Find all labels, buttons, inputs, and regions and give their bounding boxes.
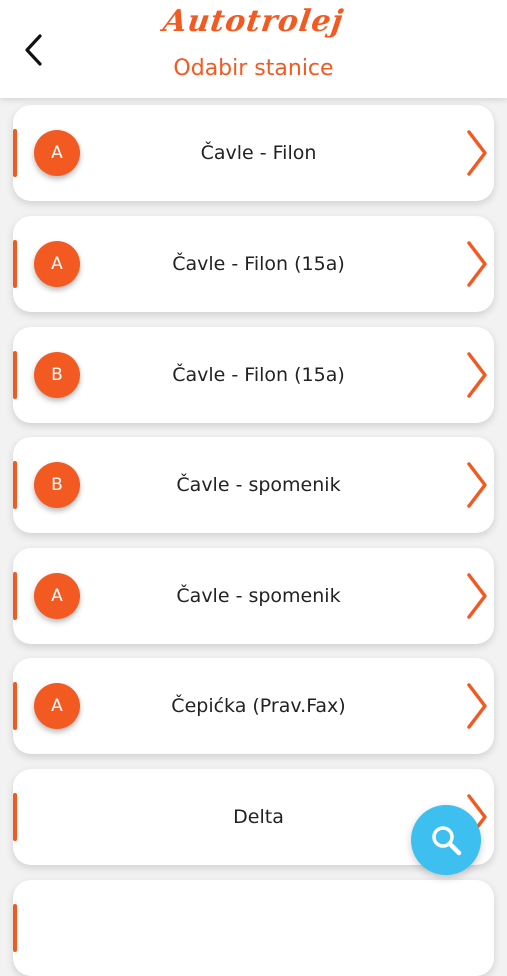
accent-bar bbox=[13, 572, 17, 620]
station-item[interactable]: B Čavle - spomenik bbox=[13, 437, 494, 533]
page-title: Odabir stanice bbox=[173, 56, 334, 81]
chevron-right-icon bbox=[467, 352, 487, 398]
platform-badge: A bbox=[34, 241, 80, 287]
accent-bar bbox=[13, 129, 17, 177]
station-name: Delta bbox=[233, 806, 284, 828]
platform-badge: A bbox=[34, 683, 80, 729]
station-name: Čavle - spomenik bbox=[176, 585, 341, 607]
accent-bar bbox=[13, 351, 17, 399]
station-name: Čavle - Filon (15a) bbox=[172, 364, 345, 386]
station-name: Čavle - Filon bbox=[200, 142, 317, 164]
chevron-right-icon bbox=[467, 130, 487, 176]
accent-bar bbox=[13, 461, 17, 509]
station-name bbox=[83, 880, 434, 976]
app-header: Autotrolej Odabir stanice bbox=[0, 0, 507, 98]
chevron-right-icon bbox=[467, 573, 487, 619]
station-item[interactable]: A Čepićka (Prav.Fax) bbox=[13, 658, 494, 754]
station-name: Čavle - spomenik bbox=[176, 474, 341, 496]
chevron-right-icon bbox=[467, 462, 487, 508]
station-item[interactable]: A Čavle - Filon (15a) bbox=[13, 216, 494, 312]
platform-badge: A bbox=[34, 130, 80, 176]
station-item[interactable] bbox=[13, 880, 494, 976]
accent-bar bbox=[13, 682, 17, 730]
accent-bar bbox=[13, 904, 17, 952]
chevron-right-icon bbox=[467, 241, 487, 287]
platform-badge: A bbox=[34, 573, 80, 619]
search-button[interactable] bbox=[411, 805, 481, 875]
station-item[interactable]: A Čavle - spomenik bbox=[13, 548, 494, 644]
platform-badge: B bbox=[34, 462, 80, 508]
platform-badge: B bbox=[34, 352, 80, 398]
station-name: Čepićka (Prav.Fax) bbox=[171, 695, 346, 717]
search-icon bbox=[432, 826, 462, 856]
station-item[interactable]: B Čavle - Filon (15a) bbox=[13, 327, 494, 423]
chevron-right-icon bbox=[467, 683, 487, 729]
brand-logo: Autotrolej bbox=[161, 4, 346, 39]
station-list: A Čavle - Filon A Čavle - Filon (15a) B … bbox=[0, 0, 507, 976]
station-item[interactable]: A Čavle - Filon bbox=[13, 105, 494, 201]
station-name: Čavle - Filon (15a) bbox=[172, 253, 345, 275]
accent-bar bbox=[13, 793, 17, 841]
accent-bar bbox=[13, 240, 17, 288]
